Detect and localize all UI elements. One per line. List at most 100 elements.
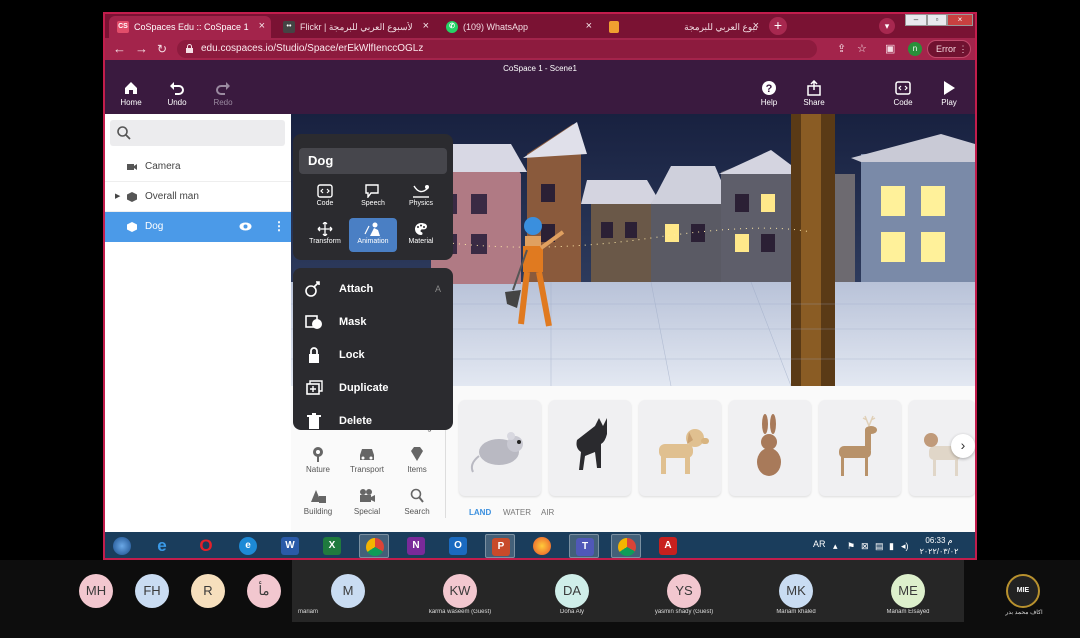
flag-icon[interactable]: ⚑ <box>847 541 855 552</box>
taskbar-app-excel[interactable]: X <box>317 534 347 558</box>
library-item-cat[interactable] <box>549 400 631 496</box>
subtab-land[interactable]: LAND <box>469 508 491 517</box>
forward-icon[interactable]: → <box>135 41 148 57</box>
taskbar-app-ie[interactable]: e <box>147 534 177 558</box>
close-icon[interactable]: × <box>259 20 265 32</box>
error-button[interactable]: Error ⋮ <box>927 40 971 58</box>
context-speech-button[interactable]: Speech <box>349 180 397 214</box>
battery-icon[interactable]: ▮ <box>889 541 894 552</box>
library-item-mouse[interactable] <box>459 400 541 496</box>
close-window-icon[interactable]: × <box>947 14 973 26</box>
subtab-water[interactable]: WATER <box>503 508 531 517</box>
taskbar-app-outlook[interactable]: O <box>443 534 473 558</box>
menu-item-delete[interactable]: Delete <box>293 406 453 436</box>
reload-icon[interactable]: ↻ <box>157 41 167 57</box>
object-row-dog[interactable]: Dog ⋮ <box>105 212 291 242</box>
menu-label: Duplicate <box>339 382 389 394</box>
play-button[interactable]: Play <box>929 80 969 107</box>
url-text: edu.cospaces.io/Studio/Space/erEkWlfIenc… <box>201 43 424 54</box>
sidepanel-icon[interactable]: ▣ <box>885 42 895 55</box>
taskbar-app-teams[interactable]: T <box>569 534 599 558</box>
taskbar-app-onenote[interactable]: N <box>401 534 431 558</box>
start-button[interactable] <box>107 534 137 558</box>
clock-date: ٢٠٢٢/٠٣/٠٢ <box>919 547 959 556</box>
object-name-field[interactable]: Dog <box>299 148 447 174</box>
object-context-panel: Dog Code Speech Physics Transform Animat… <box>293 134 453 260</box>
object-search-input[interactable] <box>110 120 285 146</box>
participant-tile[interactable]: DA Doha Aly <box>516 560 628 622</box>
tab-label: (109) WhatsApp <box>463 22 529 32</box>
tab-search-icon[interactable]: ▾ <box>879 18 895 34</box>
context-physics-button[interactable]: Physics <box>397 180 445 214</box>
category-items[interactable]: Items <box>392 446 442 474</box>
share-button[interactable]: Share <box>794 80 834 107</box>
tray-arrow-icon[interactable]: ▴ <box>833 541 838 552</box>
taskbar-app-opera[interactable]: O <box>191 534 221 558</box>
category-special[interactable]: Special <box>342 488 392 516</box>
participant-tile[interactable]: YS yasmin shady (Guest) <box>628 560 740 622</box>
flower-icon <box>313 447 323 462</box>
taskbar-app-firefox[interactable] <box>527 534 557 558</box>
volume-icon[interactable]: ◂) <box>901 541 909 552</box>
category-nature[interactable]: Nature <box>293 446 343 474</box>
close-icon[interactable]: × <box>753 20 759 32</box>
visibility-eye-icon[interactable] <box>239 222 252 231</box>
host-logo[interactable]: MIE <box>1006 574 1040 608</box>
context-code-button[interactable]: Code <box>301 180 349 214</box>
object-row-camera[interactable]: Camera <box>105 152 291 182</box>
library-item-rabbit[interactable] <box>729 400 811 496</box>
printer-icon[interactable]: ▤ <box>875 541 884 552</box>
minimize-icon[interactable]: – <box>905 14 927 26</box>
redo-button[interactable]: Redo <box>203 80 243 107</box>
participant-tile[interactable]: MK Mariam khaled <box>740 560 852 622</box>
tab-whatsapp[interactable]: ✆ (109) WhatsApp × <box>438 16 598 38</box>
menu-item-attach[interactable]: Attach A <box>293 274 453 304</box>
new-tab-button[interactable]: + <box>769 17 787 35</box>
close-icon[interactable]: × <box>586 20 592 32</box>
context-transform-button[interactable]: Transform <box>301 218 349 252</box>
share-page-icon[interactable]: ⇪ <box>837 42 846 55</box>
url-field[interactable]: edu.cospaces.io/Studio/Space/erEkWlfIenc… <box>177 40 817 58</box>
clock[interactable]: 06:33 م ٢٠٢٢/٠٣/٠٢ <box>913 535 965 557</box>
subtab-air[interactable]: AIR <box>541 508 554 517</box>
library-item-deer[interactable] <box>819 400 901 496</box>
library-item-dog[interactable] <box>639 400 721 496</box>
taskbar-app-acrobat[interactable]: A <box>653 534 683 558</box>
profile-avatar[interactable]: n <box>908 42 922 56</box>
participant-tile[interactable]: KW karma waseem (Guest) <box>404 560 516 622</box>
network-icon[interactable]: ⊠ <box>861 541 869 552</box>
back-icon[interactable]: ← <box>113 41 126 57</box>
participant-tile[interactable]: ME Mariam Elsayed <box>852 560 964 622</box>
menu-item-mask[interactable]: Mask <box>293 307 453 337</box>
help-button[interactable]: ? Help <box>749 80 789 107</box>
tab-cospaces[interactable]: CS CoSpaces Edu :: CoSpace 1 × <box>109 16 271 38</box>
menu-item-duplicate[interactable]: Duplicate <box>293 373 453 403</box>
more-options-icon[interactable]: ⋮ <box>273 220 285 232</box>
taskbar-app-word[interactable]: W <box>275 534 305 558</box>
taskbar-app-edge[interactable]: e <box>233 534 263 558</box>
taskbar-app-powerpoint[interactable]: P <box>485 534 515 558</box>
tab-flickr[interactable]: •• Flickr | حل تتويج الأسبوع العربي للبر… <box>275 16 435 38</box>
category-transport[interactable]: Transport <box>342 446 392 474</box>
home-button[interactable]: Home <box>111 80 151 107</box>
menu-item-lock[interactable]: Lock <box>293 340 453 370</box>
maximize-icon[interactable]: ▫ <box>927 14 947 26</box>
chrome-icon <box>618 538 636 556</box>
participant-tile[interactable]: M mariam <box>292 560 404 622</box>
language-indicator[interactable]: AR <box>813 539 826 549</box>
close-icon[interactable]: × <box>423 20 429 32</box>
tab-arab-week[interactable]: الأسبوع العربي للبرمجة × <box>601 16 765 38</box>
expand-arrow-icon[interactable]: ▶ <box>115 182 120 212</box>
category-search[interactable]: Search <box>392 488 442 516</box>
object-row-overall-man[interactable]: ▶ Overall man <box>105 182 291 212</box>
undo-button[interactable]: Undo <box>157 80 197 107</box>
taskbar-app-chrome-2[interactable] <box>611 534 641 558</box>
shapes-icon <box>311 490 326 503</box>
next-arrow-button[interactable]: › <box>951 434 975 458</box>
context-animation-button[interactable]: Animation <box>349 218 397 252</box>
taskbar-app-chrome[interactable] <box>359 534 389 558</box>
category-building[interactable]: Building <box>293 488 343 516</box>
code-button[interactable]: Code <box>883 80 923 107</box>
context-material-button[interactable]: Material <box>397 218 445 252</box>
bookmark-star-icon[interactable]: ☆ <box>857 42 867 55</box>
